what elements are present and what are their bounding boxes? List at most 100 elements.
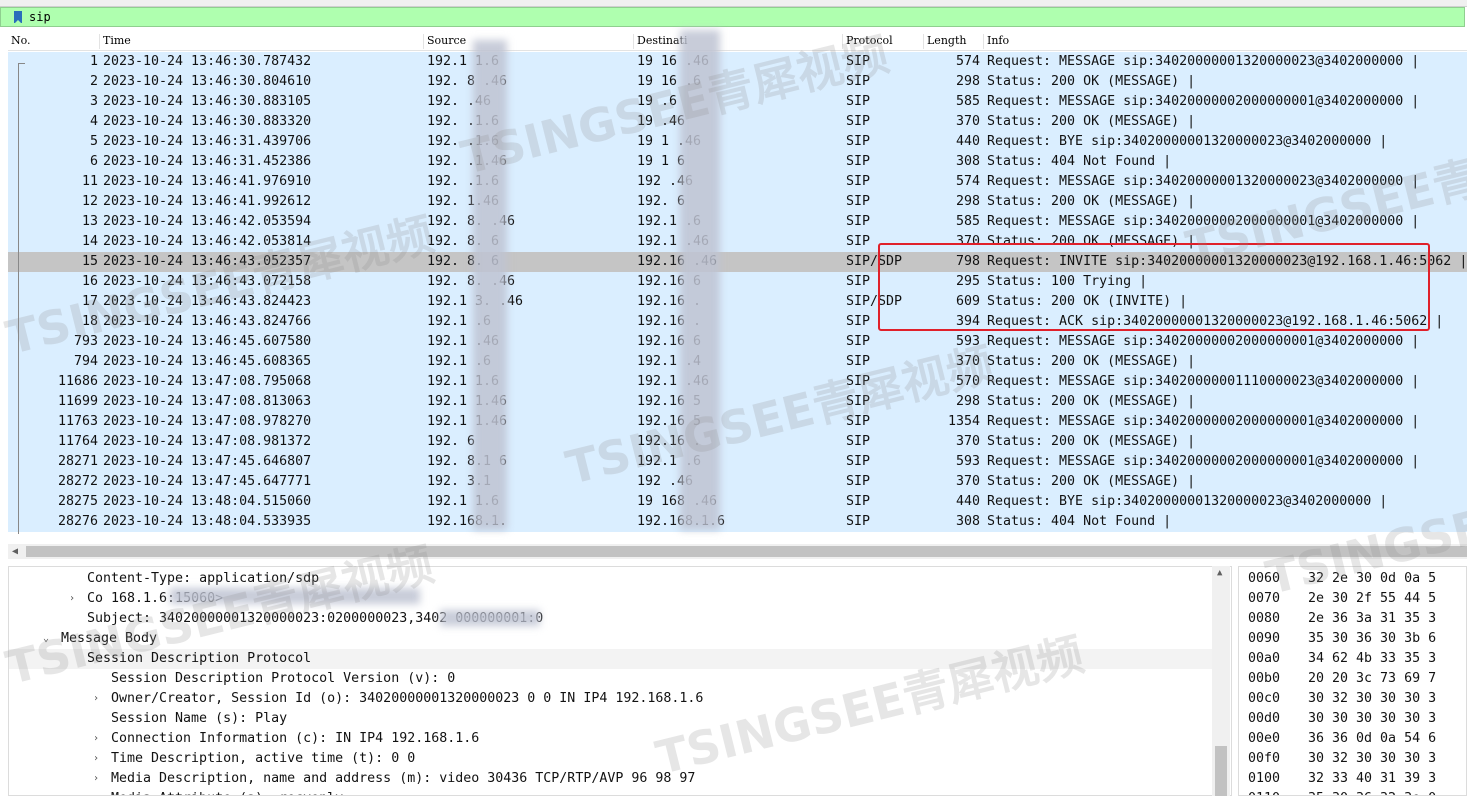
packet-source: 192. .1.6 [427, 114, 500, 129]
packet-row[interactable]: 11764 2023-10-24 13:47:08.981372 192. 6 192… [8, 432, 1467, 452]
hex-row[interactable]: 0090 35 30 36 30 3b 6 [1248, 629, 1436, 649]
packet-row[interactable]: 5 2023-10-24 13:46:31.439706 192. .1.6 19 1… [8, 132, 1467, 152]
packet-row[interactable]: 11699 2023-10-24 13:47:08.813063 192.1 1.4… [8, 392, 1467, 412]
tree-expand-icon[interactable]: › [69, 593, 75, 604]
display-filter-bar[interactable] [0, 7, 1465, 27]
bookmark-icon[interactable] [14, 11, 22, 24]
packet-info: Request: MESSAGE sip:3402000000111000002… [987, 374, 1420, 389]
hex-row[interactable]: 0060 32 2e 30 0d 0a 5 [1248, 569, 1436, 589]
detail-tree-item[interactable]: Media Attribute (a): recvonly [111, 789, 343, 795]
detail-tree-item[interactable]: Subject: 34020000001320000023:0200000023… [87, 609, 543, 629]
tree-expand-icon[interactable]: › [93, 753, 99, 764]
packet-source: 192.1 1.6 [427, 54, 500, 69]
detail-tree-item[interactable]: Connection Information (c): IN IP4 192.1… [111, 729, 479, 749]
packet-source: 192. 3.1 [427, 474, 492, 489]
packet-source: 192.1 1.6 [427, 374, 500, 389]
detail-tree-item[interactable]: Session Description Protocol Version (v)… [111, 669, 455, 689]
packet-info: Request: MESSAGE sip:3402000000200000000… [987, 454, 1420, 469]
packet-time: 2023-10-24 13:47:45.647771 [103, 474, 312, 489]
display-filter-input[interactable] [29, 9, 1449, 25]
tree-collapse-icon[interactable]: ⌄ [43, 633, 49, 644]
packet-destination: 192.16 .46 [637, 254, 718, 269]
detail-tree-item[interactable]: Time Description, active time (t): 0 0 [111, 749, 415, 769]
packet-protocol: SIP [846, 494, 871, 509]
hex-row[interactable]: 00c0 30 32 30 30 30 3 [1248, 689, 1436, 709]
hex-row[interactable]: 0070 2e 30 2f 55 44 5 [1248, 589, 1436, 609]
packet-source: 192.1 1.6 [427, 494, 500, 509]
column-header-length[interactable]: Length [924, 34, 984, 49]
packet-destination: 19 1 .46 [637, 134, 702, 149]
packet-row[interactable]: 28275 2023-10-24 13:48:04.515060 192.1 1.6… [8, 492, 1467, 512]
packet-row[interactable]: 4 2023-10-24 13:46:30.883320 192. .1.6 19 .… [8, 112, 1467, 132]
packet-row[interactable]: 28272 2023-10-24 13:47:45.647771 192. 3.1 1… [8, 472, 1467, 492]
packet-row[interactable]: 1 2023-10-24 13:46:30.787432 192.1 1.6 19 1… [8, 52, 1467, 72]
hex-offset: 0100 [1248, 771, 1281, 786]
packet-row[interactable]: 6 2023-10-24 13:46:31.452386 192. .1.46 19 … [8, 152, 1467, 172]
scroll-up-icon[interactable]: ▲ [1217, 568, 1222, 578]
tree-expand-icon[interactable]: › [93, 733, 99, 744]
packet-row[interactable]: 3 2023-10-24 13:46:30.883105 192. .46 19 .6… [8, 92, 1467, 112]
hex-row[interactable]: 0080 2e 36 3a 31 35 3 [1248, 609, 1436, 629]
scroll-left-icon[interactable]: ◀ [12, 546, 18, 557]
packet-time: 2023-10-24 13:47:08.795068 [103, 374, 312, 389]
packet-time: 2023-10-24 13:47:08.813063 [103, 394, 312, 409]
packet-time: 2023-10-24 13:46:30.883320 [103, 114, 312, 129]
column-header-time[interactable]: Time [100, 34, 424, 49]
packet-row[interactable]: 11686 2023-10-24 13:47:08.795068 192.1 1.6… [8, 372, 1467, 392]
hex-row[interactable]: 0100 32 33 40 31 39 3 [1248, 769, 1436, 789]
details-vscrollbar[interactable]: ▲ [1212, 566, 1230, 796]
packet-protocol: SIP [846, 514, 871, 529]
packet-length: 308 [955, 514, 980, 529]
packet-list-hscrollbar[interactable]: ◀ [8, 544, 1467, 559]
packet-row[interactable]: 13 2023-10-24 13:46:42.053594 192. 8. .46 1… [8, 212, 1467, 232]
column-header-info[interactable]: Info [984, 34, 1467, 49]
detail-tree-item[interactable]: Media Description, name and address (m):… [111, 769, 695, 789]
tree-expand-icon[interactable]: › [93, 693, 99, 704]
hex-bytes: 2e 30 2f 55 44 5 [1308, 591, 1437, 606]
hex-row[interactable]: 00a0 34 62 4b 33 35 3 [1248, 649, 1436, 669]
hex-row[interactable]: 00d0 30 30 30 30 30 3 [1248, 709, 1436, 729]
detail-tree-item[interactable]: Session Name (s): Play [111, 709, 287, 729]
packet-source: 192. 8. .46 [427, 214, 516, 229]
hex-row[interactable]: 00b0 20 20 3c 73 69 7 [1248, 669, 1436, 689]
packet-destination: 192.16 5 [637, 394, 702, 409]
packet-row[interactable]: 12 2023-10-24 13:46:41.992612 192. 1.46 192… [8, 192, 1467, 212]
tree-expand-icon[interactable]: › [93, 773, 99, 784]
vscroll-thumb[interactable] [1215, 746, 1227, 796]
packet-protocol: SIP [846, 114, 871, 129]
column-header-destination[interactable]: Destinati [634, 34, 843, 49]
packet-row[interactable]: 2 2023-10-24 13:46:30.804610 192. 8 .46 19 … [8, 72, 1467, 92]
hscroll-thumb[interactable] [26, 546, 1467, 557]
packet-row[interactable]: 11 2023-10-24 13:46:41.976910 192. .1.6 192… [8, 172, 1467, 192]
packet-protocol: SIP [846, 74, 871, 89]
column-header-source[interactable]: Source [424, 34, 634, 49]
column-header-protocol[interactable]: Protocol [843, 34, 924, 49]
detail-tree-item[interactable]: Co 168.1.6:15060> [87, 589, 223, 609]
packet-bytes-pane[interactable]: 0060 32 2e 30 0d 0a 5 0070 2e 30 2f 55 44 5… [1238, 566, 1467, 796]
packet-time: 2023-10-24 13:47:08.981372 [103, 434, 312, 449]
hex-bytes: 35 30 36 32 3e 0 [1308, 791, 1436, 795]
hex-row[interactable]: 011035 30 36 32 3e 0 [1248, 789, 1436, 795]
packet-protocol: SIP [846, 314, 871, 329]
packet-info: Request: BYE sip:34020000001320000023@34… [987, 134, 1388, 149]
detail-tree-item[interactable]: Content-Type: application/sdp [87, 569, 319, 589]
packet-details-pane[interactable]: Content-Type: application/sdp › Co 168.1.6… [8, 566, 1232, 796]
packet-destination: 192.16 5 [637, 414, 702, 429]
hex-row[interactable]: 00e0 36 36 0d 0a 54 6 [1248, 729, 1436, 749]
packet-protocol: SIP [846, 154, 871, 169]
hex-row[interactable]: 00f0 30 32 30 30 30 3 [1248, 749, 1436, 769]
packet-length: 593 [955, 454, 980, 469]
packet-time: 2023-10-24 13:46:45.607580 [103, 334, 312, 349]
column-header-no[interactable]: No. [8, 34, 100, 49]
packet-row[interactable]: 28271 2023-10-24 13:47:45.646807 192. 8.1 … [8, 452, 1467, 472]
packet-row[interactable]: 11763 2023-10-24 13:47:08.978270 192.1 1.4… [8, 412, 1467, 432]
packet-source: 192. .1.6 [427, 134, 500, 149]
detail-tree-item[interactable]: Session Description Protocol [9, 649, 1213, 669]
detail-tree-item[interactable]: Message Body [61, 629, 157, 649]
hex-offset: 00c0 [1248, 691, 1281, 706]
packet-row[interactable]: 794 2023-10-24 13:46:45.608365 192.1 .6 192… [8, 352, 1467, 372]
hex-offset: 0090 [1248, 631, 1281, 646]
detail-tree-item[interactable]: Owner/Creator, Session Id (o): 340200000… [111, 689, 703, 709]
packet-row[interactable]: 793 2023-10-24 13:46:45.607580 192.1 .46 19… [8, 332, 1467, 352]
packet-row[interactable]: 28276 2023-10-24 13:48:04.533935 192.168.1… [8, 512, 1467, 532]
